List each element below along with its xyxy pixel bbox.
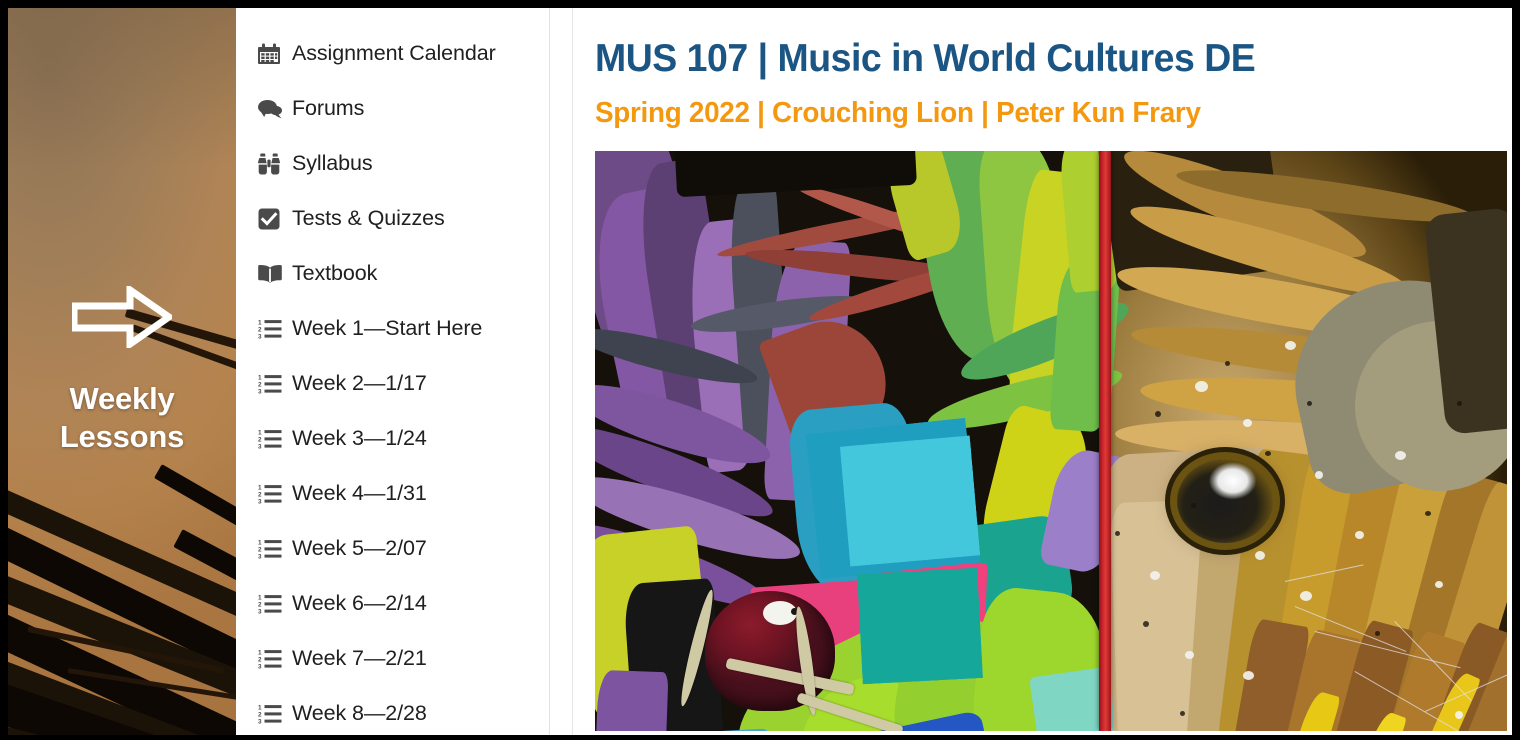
sidebar-item-tests-and-quizzes[interactable]: Tests & Quizzes xyxy=(236,191,549,246)
ordered-list-icon: 1 2 3 xyxy=(258,484,292,504)
svg-text:1: 1 xyxy=(258,704,262,711)
sidebar-item-label: Textbook xyxy=(292,261,378,285)
page-title: MUS 107 | Music in World Cultures DE xyxy=(595,37,1256,80)
svg-text:3: 3 xyxy=(258,663,262,669)
ordered-list-icon: 1 2 3 xyxy=(258,539,292,559)
hero-artwork-image xyxy=(595,151,1507,731)
sidebar-item-week-4[interactable]: 1 2 3 Week 4—1/31 xyxy=(236,466,549,521)
sidebar-item-week-7[interactable]: 1 2 3 Week 7—2/21 xyxy=(236,631,549,686)
svg-text:3: 3 xyxy=(258,608,262,614)
svg-text:1: 1 xyxy=(258,429,262,436)
calendar-icon xyxy=(258,43,292,65)
sidebar-item-week-3[interactable]: 1 2 3 Week 3—1/24 xyxy=(236,411,549,466)
sidebar-item-label: Week 3—1/24 xyxy=(292,426,427,450)
arrow-right-icon-wrap xyxy=(8,286,236,348)
palm-frond-silhouettes xyxy=(8,8,236,735)
sidebar-item-label: Tests & Quizzes xyxy=(292,206,445,230)
sidebar-content-gutter xyxy=(550,8,573,735)
sidebar-item-week-2[interactable]: 1 2 3 Week 2—1/17 xyxy=(236,356,549,411)
sidebar-item-syllabus[interactable]: Syllabus xyxy=(236,136,549,191)
sidebar-item-label: Week 7—2/21 xyxy=(292,646,427,670)
svg-text:1: 1 xyxy=(258,649,262,656)
ordered-list-icon: 1 2 3 xyxy=(258,594,292,614)
svg-text:3: 3 xyxy=(258,718,262,724)
sidebar-item-textbook[interactable]: Textbook xyxy=(236,246,549,301)
sidebar-item-label: Syllabus xyxy=(292,151,373,175)
svg-text:3: 3 xyxy=(258,498,262,504)
sidebar-item-week-6[interactable]: 1 2 3 Week 6—2/14 xyxy=(236,576,549,631)
ordered-list-icon: 1 2 3 xyxy=(258,429,292,449)
ordered-list-icon: 1 2 3 xyxy=(258,649,292,669)
course-content-pane: MUS 107 | Music in World Cultures DE Spr… xyxy=(573,8,1512,735)
sidebar-item-label: Week 4—1/31 xyxy=(292,481,427,505)
ordered-list-icon: 1 2 3 xyxy=(258,704,292,724)
sidebar-item-forums[interactable]: Forums xyxy=(236,81,549,136)
binoculars-icon xyxy=(258,153,292,175)
svg-text:1: 1 xyxy=(258,374,262,381)
caption-line-1: Weekly xyxy=(69,381,175,416)
svg-text:3: 3 xyxy=(258,443,262,449)
artwork-animal-eye xyxy=(1177,459,1273,543)
checkbox-checked-icon xyxy=(258,208,292,230)
page-subtitle: Spring 2022 | Crouching Lion | Peter Kun… xyxy=(595,97,1201,129)
sidebar-item-label: Week 1—Start Here xyxy=(292,316,483,340)
sidebar-item-week-5[interactable]: 1 2 3 Week 5—2/07 xyxy=(236,521,549,576)
screenshot-root: Weekly Lessons Assignment Calendar Forum… xyxy=(0,0,1520,740)
sidebar-item-label: Week 5—2/07 xyxy=(292,536,427,560)
sidebar-item-assignment-calendar[interactable]: Assignment Calendar xyxy=(236,26,549,81)
svg-text:3: 3 xyxy=(258,553,262,559)
svg-text:1: 1 xyxy=(258,484,262,491)
sidebar-item-label: Assignment Calendar xyxy=(292,41,496,65)
weekly-lessons-caption: Weekly Lessons xyxy=(8,380,236,456)
weekly-lessons-photo-panel: Weekly Lessons xyxy=(8,8,236,735)
svg-text:1: 1 xyxy=(258,594,262,601)
sidebar-item-label: Forums xyxy=(292,96,365,120)
svg-text:1: 1 xyxy=(258,319,262,326)
ordered-list-icon: 1 2 3 xyxy=(258,374,292,394)
svg-text:1: 1 xyxy=(258,539,262,546)
arrow-right-outline-icon xyxy=(72,286,172,348)
chat-bubbles-icon xyxy=(258,99,292,119)
sidebar-item-label: Week 8—2/28 xyxy=(292,701,427,725)
open-book-icon xyxy=(258,264,292,284)
sidebar-item-week-1[interactable]: 1 2 3 Week 1—Start Here xyxy=(236,301,549,356)
sidebar-item-label: Week 6—2/14 xyxy=(292,591,427,615)
sidebar-item-label: Week 2—1/17 xyxy=(292,371,427,395)
sidebar-item-week-8[interactable]: 1 2 3 Week 8—2/28 xyxy=(236,686,549,735)
ordered-list-icon: 1 2 3 xyxy=(258,319,292,339)
artwork-red-divider-bar xyxy=(1099,151,1112,731)
svg-text:3: 3 xyxy=(258,333,262,339)
svg-text:3: 3 xyxy=(258,388,262,394)
course-tool-sidebar[interactable]: Assignment Calendar Forums Syllabus Test… xyxy=(236,8,550,735)
caption-line-2: Lessons xyxy=(59,419,185,454)
